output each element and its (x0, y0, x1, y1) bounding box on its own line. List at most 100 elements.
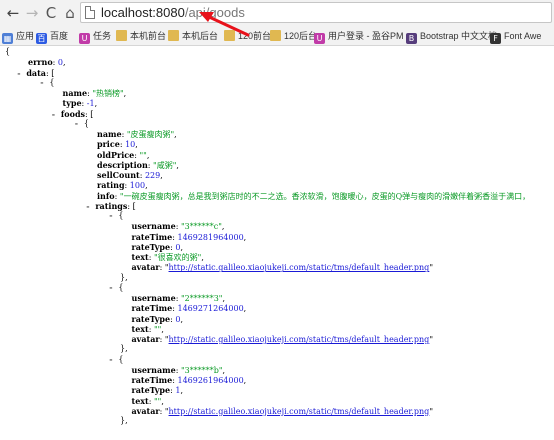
bookmark-item[interactable]: ▦ 应用 (2, 29, 35, 44)
json-key: username (131, 221, 176, 232)
json-viewer: {errno: 0, - data: [-{name: "热销榜", type: -1… (0, 46, 554, 440)
collapse-toggle[interactable]: - (109, 355, 114, 364)
bookmark-label: 应用 (16, 31, 35, 41)
json-key: price (97, 139, 120, 150)
json-line: }, (120, 344, 128, 353)
json-key: avatar (131, 405, 160, 416)
json-key: text (131, 395, 149, 406)
json-url-link[interactable]: http://static.galileo.xiaojukeji.com/sta… (169, 263, 430, 272)
json-key: rateType (131, 313, 171, 324)
json-line: type: -1, (63, 98, 98, 108)
url-host: localhost:8080 (101, 5, 185, 20)
json-line: rateType: 0, (132, 242, 183, 252)
reload-icon[interactable]: C (41, 3, 61, 23)
collapse-toggle[interactable]: - (109, 283, 114, 292)
json-key: rateType (131, 385, 171, 396)
bookmark-item[interactable]: B Bootstrap 中文文档 (406, 29, 497, 44)
bookmark-label: 本机前台 (130, 31, 167, 41)
json-punctuation: }, (120, 272, 128, 282)
url-text[interactable]: localhost:8080/api/goods (101, 5, 245, 20)
json-key: rating (97, 180, 125, 191)
json-line: text: "", (132, 324, 164, 334)
bookmark-item[interactable]: 本机前台 (116, 29, 166, 43)
json-punctuation: : [ (127, 201, 136, 211)
json-number-value: 10 (125, 140, 136, 150)
bookmark-item[interactable]: U 任务 (79, 29, 112, 44)
json-line: -{ (109, 211, 124, 220)
json-punctuation: { (118, 282, 124, 292)
bookmark-item[interactable]: F Font Awe (490, 29, 541, 44)
browser-toolbar: ← → C ⌂ localhost:8080/api/goods (0, 0, 554, 27)
json-string-value: "2******3" (180, 294, 223, 303)
json-punctuation: , (221, 222, 225, 232)
json-line: rateTime: 1469271264000, (132, 303, 247, 313)
json-line: - data: [ (17, 68, 55, 78)
json-key: errno (28, 57, 53, 68)
json-key: info (97, 190, 115, 201)
bookmark-label: 任务 (93, 31, 112, 41)
json-punctuation: " (429, 406, 433, 416)
json-punctuation: , (161, 396, 164, 406)
bookmark-item[interactable]: 百百度 (36, 29, 69, 44)
bookmarks-bar: ▦ 应用百百度 U 任务 本机前台 本机后台 120前台 120后台 U 用户登录 - 盈谷PM B… (0, 27, 554, 46)
json-string-value: "咸粥" (153, 160, 177, 170)
bookmark-icon: F (490, 33, 501, 44)
json-punctuation: " (429, 335, 433, 344)
json-punctuation: : [ (85, 109, 94, 119)
json-line: rateType: 1, (132, 385, 183, 395)
collapse-toggle[interactable]: - (40, 78, 45, 87)
collapse-toggle[interactable]: - (86, 202, 91, 211)
collapse-toggle[interactable]: - (51, 110, 56, 119)
bookmark-icon: 百 (36, 33, 47, 44)
json-line: -{ (109, 283, 124, 292)
json-line: avatar: "http://static.galileo.xiaojukej… (132, 262, 434, 272)
json-number-value: -1 (86, 99, 95, 109)
json-string-value: "热销榜" (92, 89, 124, 98)
back-arrow-icon[interactable]: ← (3, 3, 23, 23)
json-string-value: "3******c" (180, 222, 222, 232)
bookmark-item[interactable]: 120后台 (270, 29, 317, 43)
json-string-value: "皮蛋瘦肉粥" (126, 130, 175, 139)
json-line: rateType: 0, (132, 314, 183, 324)
json-punctuation: { (118, 354, 124, 364)
bookmark-item[interactable]: 120前台 (224, 29, 271, 43)
json-key: name (97, 129, 122, 139)
json-key: sellCount (97, 170, 140, 180)
json-line: -{ (40, 78, 55, 87)
bookmark-label: 120前台 (238, 31, 272, 41)
json-line: rateTime: 1469261964000, (132, 375, 247, 385)
json-key: name (62, 88, 88, 98)
forward-arrow-icon[interactable]: → (22, 3, 42, 23)
json-line: rateTime: 1469281964000, (132, 232, 247, 242)
json-punctuation: , (243, 376, 247, 385)
json-string-value: "3******b" (180, 365, 223, 375)
json-line: rating: 100, (97, 180, 148, 190)
json-url-link[interactable]: http://static.galileo.xiaojukeji.com/sta… (169, 335, 430, 344)
json-string-value: "" (139, 150, 147, 160)
json-punctuation: , (180, 314, 183, 324)
collapse-toggle[interactable]: - (74, 119, 79, 128)
bookmark-icon: B (406, 33, 417, 44)
bookmark-label: 百度 (50, 31, 69, 41)
json-punctuation: , (135, 140, 138, 150)
json-key: rateTime (131, 375, 173, 385)
json-line: }, (120, 273, 128, 282)
home-icon[interactable]: ⌂ (60, 3, 80, 23)
collapse-toggle[interactable]: - (17, 69, 22, 78)
collapse-toggle[interactable]: - (109, 211, 114, 220)
bookmark-item[interactable]: U 用户登录 - 盈谷PM (314, 29, 404, 44)
json-line: oldPrice: "", (97, 150, 149, 160)
json-url-link[interactable]: http://static.galileo.xiaojukeji.com/sta… (169, 407, 430, 416)
json-number-value: 1469261964000 (177, 376, 244, 385)
bookmark-item[interactable]: 本机后台 (168, 29, 218, 43)
json-key: oldPrice (97, 149, 135, 160)
json-punctuation: , (180, 386, 183, 396)
address-bar[interactable]: localhost:8080/api/goods (80, 2, 552, 23)
folder-icon (168, 30, 179, 41)
json-punctuation: , (174, 130, 177, 139)
bookmark-icon: U (314, 33, 325, 44)
json-key: data (26, 67, 46, 78)
json-punctuation: , (180, 242, 183, 252)
json-punctuation: , (94, 99, 98, 109)
url-path: /api/goods (184, 5, 245, 20)
